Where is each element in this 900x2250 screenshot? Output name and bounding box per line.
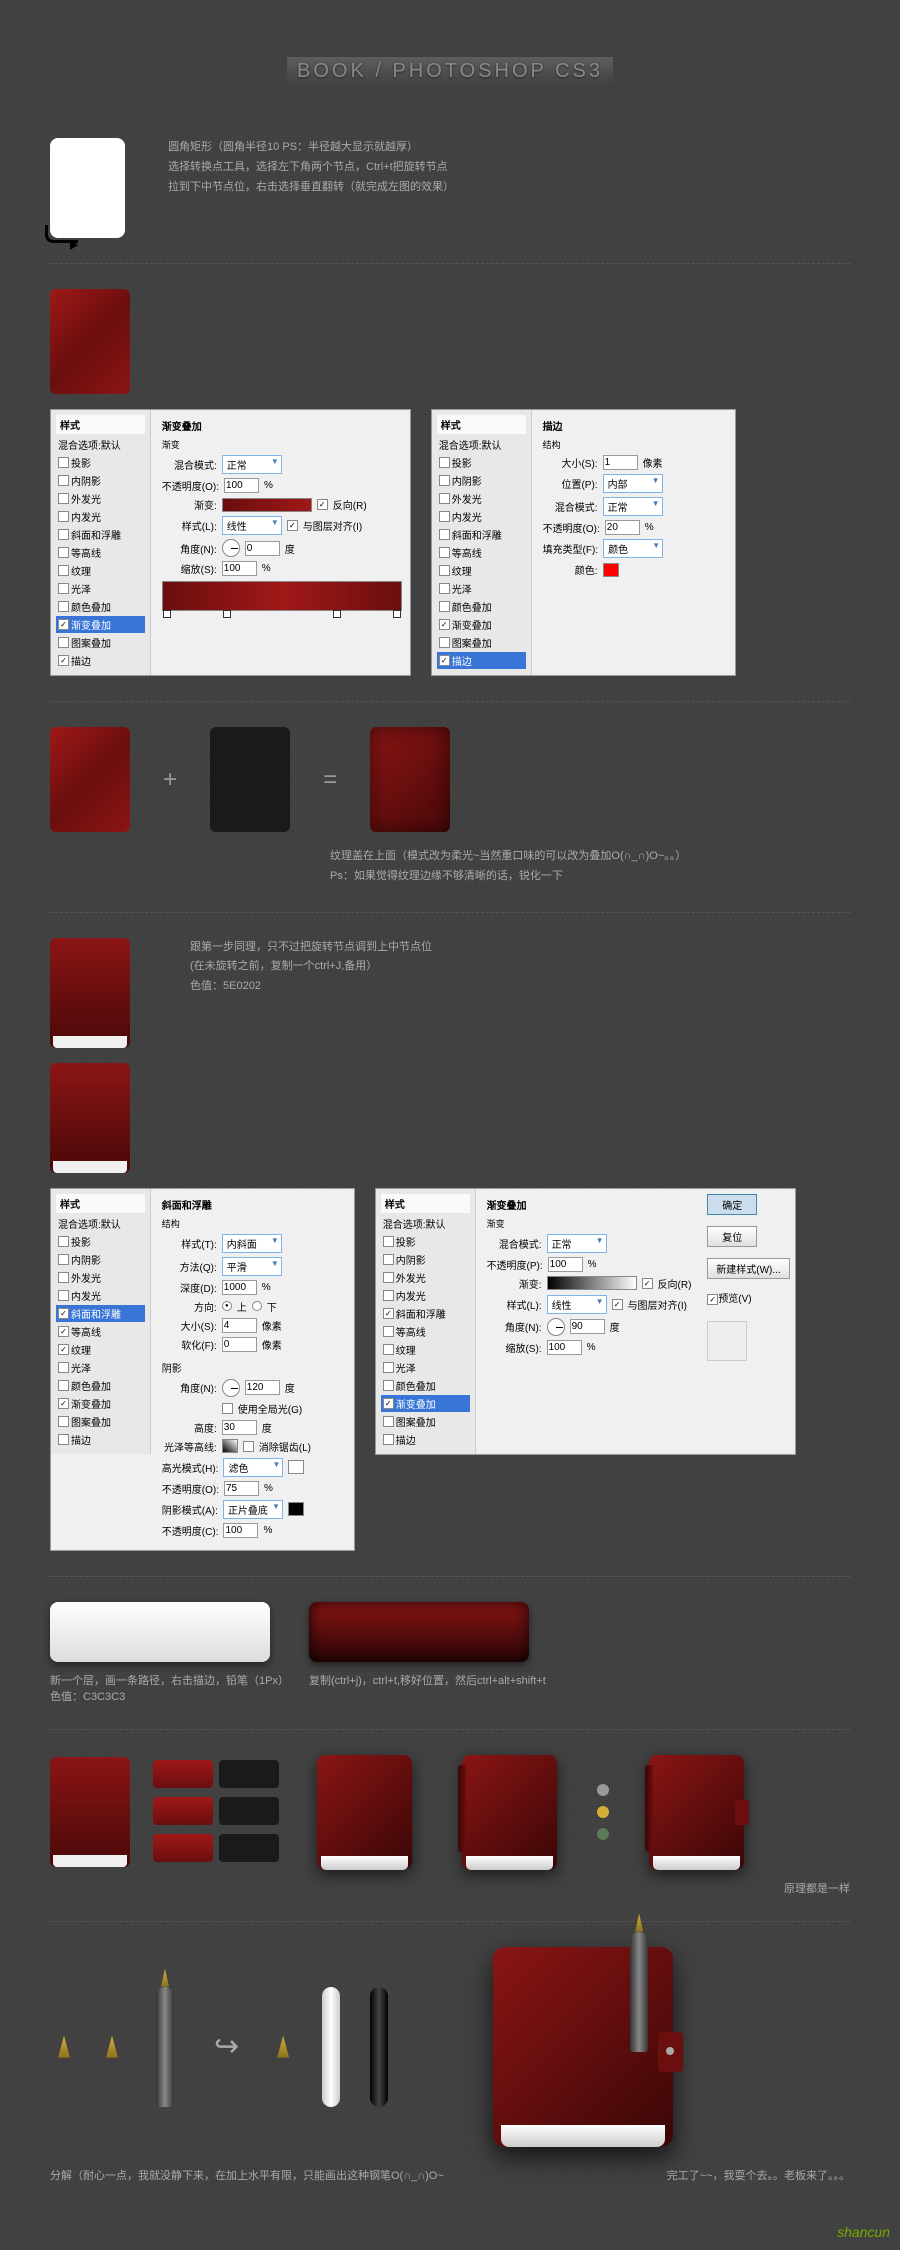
section-7: ↪ 分解（耐心一点，我就没静下来，在加上水平有限，只能画出这种钢笔O(∩_∩)O… [50, 1922, 850, 2208]
gradient-picker[interactable] [222, 498, 312, 512]
style-item-gradient[interactable]: 渐变叠加 [56, 616, 145, 633]
plus-icon: + [163, 766, 177, 794]
book-icon-3 [649, 1755, 744, 1870]
page-strip-light [50, 1602, 270, 1662]
style-item[interactable]: 内发光 [56, 508, 145, 525]
opacity-input[interactable] [224, 478, 259, 493]
style-item[interactable]: 图案叠加 [56, 634, 145, 651]
book-with-pages [50, 938, 130, 1048]
equals-icon: = [323, 766, 337, 794]
ok-button[interactable]: 确定 [707, 1194, 757, 1215]
style-item[interactable]: 图案叠加 [437, 634, 526, 651]
dialog-buttons: 确定 复位 新建样式(W)... 预览(V) [702, 1189, 794, 1366]
gradient-overlay-panel: 渐变叠加 渐变 混合模式:正常 不透明度(O): % 渐变: 反向(R) 样式(… [154, 410, 410, 619]
size-input[interactable] [603, 455, 638, 470]
page-strip-dark [309, 1602, 529, 1662]
style-item[interactable]: 纹理 [437, 562, 526, 579]
align-checkbox[interactable] [287, 520, 298, 531]
angle-input[interactable] [245, 541, 280, 556]
pen-part-black [370, 1987, 388, 2107]
style-item[interactable]: 颜色叠加 [437, 598, 526, 615]
book-icon-1 [317, 1755, 412, 1870]
layer-style-dialog-1: 样式 混合选项:默认 投影 内阴影 外发光 内发光 斜面和浮雕 等高线 纹理 光… [50, 409, 411, 676]
section-6: 原理都是一样 [50, 1730, 850, 1922]
opacity-input[interactable] [605, 520, 640, 535]
style-list: 样式 混合选项:默认 投影 内阴影 外发光 内发光 斜面和浮雕 等高线 纹理 光… [376, 1189, 476, 1454]
page-title: BOOK / PHOTOSHOP CS3 [50, 30, 850, 113]
red-cover-preview [50, 289, 130, 394]
pen-nib-icon [58, 2036, 70, 2058]
style-item[interactable]: 等高线 [56, 544, 145, 561]
book-with-pages-2 [50, 1063, 130, 1173]
filltype-select[interactable]: 颜色 [603, 539, 663, 558]
section-1: 圆角矩形（圆角半径10 PS：半径越大显示就越厚） 选择转换点工具，选择左下角两… [50, 113, 850, 264]
section-5: 新一个层，画一条路径，右击描边，铅笔（1Px） 色值：C3C3C3 复制(ctr… [50, 1577, 850, 1730]
final-book-icon [493, 1947, 673, 2147]
section1-text: 圆角矩形（圆角半径10 PS：半径越大显示就越厚） 选择转换点工具，选择左下角两… [168, 138, 454, 197]
new-style-button[interactable]: 新建样式(W)... [707, 1258, 789, 1279]
style-list: 样式 混合选项:默认 投影 内阴影 外发光 内发光 斜面和浮雕 等高线 纹理 光… [51, 410, 151, 675]
style-item[interactable]: 外发光 [437, 490, 526, 507]
style-item[interactable]: 内阴影 [56, 472, 145, 489]
section-2: 样式 混合选项:默认 投影 内阴影 外发光 内发光 斜面和浮雕 等高线 纹理 光… [50, 264, 850, 702]
arrow-squiggle: ↪ [214, 2029, 239, 2064]
white-rect-preview [50, 138, 125, 238]
style-item[interactable]: 纹理 [56, 562, 145, 579]
layer-style-dialog-3: 样式 混合选项:默认 投影 内阴影 外发光 内发光 斜面和浮雕 等高线 纹理 光… [50, 1188, 355, 1551]
scale-input[interactable] [222, 561, 257, 576]
preview-swatch [707, 1321, 747, 1361]
section-4: 跟第一步同理，只不过把旋转节点调到上中节点位 (在未旋转之前，复制一个ctrl+… [50, 913, 850, 1577]
book-icon-2 [462, 1755, 557, 1870]
styles-header: 样式 [56, 415, 145, 434]
book-preview [50, 1757, 130, 1867]
blend-options[interactable]: 混合选项:默认 [56, 436, 145, 453]
layer-style-dialog-4: 样式 混合选项:默认 投影 内阴影 外发光 内发光 斜面和浮雕 等高线 纹理 光… [375, 1188, 796, 1455]
style-item[interactable]: 内阴影 [437, 472, 526, 489]
style-list: 样式 混合选项:默认 投影 内阴影 外发光 内发光 斜面和浮雕 等高线 纹理 光… [51, 1189, 151, 1454]
style-item[interactable]: 描边 [56, 652, 145, 669]
style-item[interactable]: 光泽 [437, 580, 526, 597]
pen-assembled [156, 1987, 174, 2107]
pen-nib-icon [106, 2036, 118, 2058]
pen-nib-icon [277, 2036, 289, 2058]
gradient-editor[interactable] [162, 581, 402, 611]
angle-dial[interactable] [222, 539, 240, 557]
style-item[interactable]: 颜色叠加 [56, 598, 145, 615]
bevel-panel: 斜面和浮雕 结构 样式(T):内斜面 方法(Q):平滑 深度(D): % 方向:… [154, 1189, 354, 1550]
blend-mode-select[interactable]: 正常 [222, 455, 282, 474]
style-item[interactable]: 投影 [56, 454, 145, 471]
blend-options[interactable]: 混合选项:默认 [437, 436, 526, 453]
result-preview [370, 727, 450, 832]
gradient-panel-2: 渐变叠加 渐变 混合模式:正常 不透明度(P): % 渐变: 反向(R) 样式(… [479, 1189, 700, 1367]
red-cover [50, 727, 130, 832]
cancel-button[interactable]: 复位 [707, 1226, 757, 1247]
style-item[interactable]: 内发光 [437, 508, 526, 525]
reverse-checkbox[interactable] [317, 499, 328, 510]
section-3: + = 纹理盖在上面（模式改为柔光~当然重口味的可以改为叠加O(∩_∩)O~。。… [50, 702, 850, 913]
style-list: 样式 混合选项:默认 投影 内阴影 外发光 内发光 斜面和浮雕 等高线 纹理 光… [432, 410, 532, 675]
watermark: shancun [837, 2224, 890, 2240]
stroke-panel: 描边 结构 大小(S):像素 位置(P):内部 混合模式:正常 不透明度(O):… [535, 410, 735, 589]
style-item[interactable]: 渐变叠加 [437, 616, 526, 633]
style-select[interactable]: 线性 [222, 516, 282, 535]
style-item[interactable]: 外发光 [56, 490, 145, 507]
position-select[interactable]: 内部 [603, 474, 663, 493]
pen-part-white [322, 1987, 340, 2107]
style-item[interactable]: 投影 [437, 454, 526, 471]
style-item[interactable]: 光泽 [56, 580, 145, 597]
layer-style-dialog-2: 样式 混合选项:默认 投影 内阴影 外发光 内发光 斜面和浮雕 等高线 纹理 光… [431, 409, 736, 676]
style-item[interactable]: 斜面和浮雕 [56, 526, 145, 543]
style-item[interactable]: 斜面和浮雕 [437, 526, 526, 543]
texture-preview [210, 727, 290, 832]
color-picker[interactable] [603, 563, 619, 577]
style-item-stroke[interactable]: 描边 [437, 652, 526, 669]
style-item[interactable]: 等高线 [437, 544, 526, 561]
blend-select[interactable]: 正常 [603, 497, 663, 516]
